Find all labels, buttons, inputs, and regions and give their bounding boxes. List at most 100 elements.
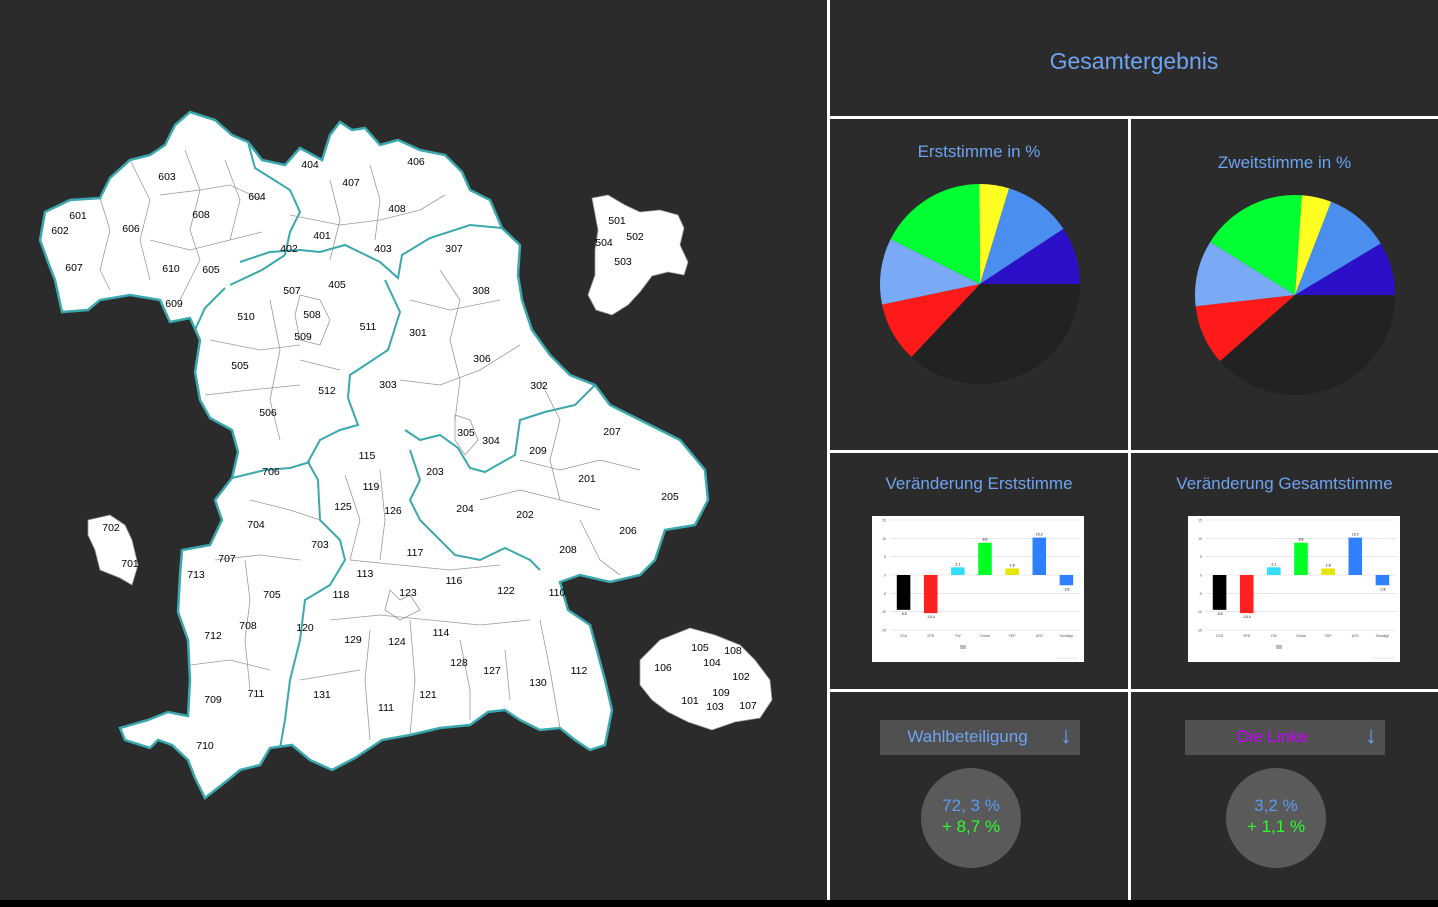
district-label-106[interactable]: 106 [654,662,672,674]
district-label-122[interactable]: 122 [497,585,515,597]
district-label-303[interactable]: 303 [379,379,397,391]
district-label-304[interactable]: 304 [482,435,500,447]
district-label-702[interactable]: 702 [102,522,120,534]
district-label-115[interactable]: 115 [359,450,376,462]
district-label-128[interactable]: 128 [450,657,468,669]
district-label-108[interactable]: 108 [724,645,742,657]
district-label-605[interactable]: 605 [202,264,220,276]
district-label-119[interactable]: 119 [363,481,380,493]
district-label-208[interactable]: 208 [559,544,577,556]
district-label-204[interactable]: 204 [456,503,474,515]
district-label-713[interactable]: 713 [187,569,205,581]
district-label-503[interactable]: 503 [614,256,632,268]
arrow-down-icon: ↓ [1060,722,1072,749]
partei-select[interactable]: Die Linke ↓ [1185,720,1385,755]
district-label-110[interactable]: 110 [549,587,566,599]
district-label-127[interactable]: 127 [483,665,501,677]
district-label-710[interactable]: 710 [196,740,214,752]
district-label-507[interactable]: 507 [283,285,301,297]
district-label-104[interactable]: 104 [703,657,721,669]
district-label-502[interactable]: 502 [626,231,644,243]
district-label-118[interactable]: 118 [333,589,350,601]
district-label-130[interactable]: 130 [529,677,547,689]
district-label-116[interactable]: 116 [446,575,463,587]
district-label-305[interactable]: 305 [457,427,475,439]
district-label-101[interactable]: 101 [681,695,699,707]
map-svg[interactable]: 601602 603 604 606 607 608 609 610 605 404 407 406 4… [0,0,827,900]
district-label-403[interactable]: 403 [374,243,392,255]
district-label-126[interactable]: 126 [384,505,402,517]
district-label-601[interactable]: 601 [69,210,87,222]
district-label-201[interactable]: 201 [578,473,596,485]
district-label-401[interactable]: 401 [313,230,331,242]
district-label-117[interactable]: 117 [407,547,424,559]
district-label-205[interactable]: 205 [661,491,679,503]
district-label-701[interactable]: 701 [121,558,139,570]
district-label-609[interactable]: 609 [165,298,183,310]
district-label-209[interactable]: 209 [529,445,547,457]
district-label-509[interactable]: 509 [294,331,312,343]
district-label-103[interactable]: 103 [706,701,724,713]
district-label-608[interactable]: 608 [192,209,210,221]
district-label-120[interactable]: 120 [296,622,314,634]
district-label-206[interactable]: 206 [619,525,637,537]
district-label-121[interactable]: 121 [419,689,437,701]
district-label-107[interactable]: 107 [739,700,757,712]
district-label-402[interactable]: 402 [280,243,298,255]
district-label-129[interactable]: 129 [344,634,362,646]
district-label-504[interactable]: 504 [595,237,613,249]
district-label-506[interactable]: 506 [259,407,277,419]
district-label-306[interactable]: 306 [473,353,491,365]
district-label-604[interactable]: 604 [248,191,266,203]
district-label-512[interactable]: 512 [318,385,336,397]
district-label-301[interactable]: 301 [409,327,427,339]
district-label-708[interactable]: 708 [239,620,257,632]
district-label-207[interactable]: 207 [603,426,621,438]
district-label-508[interactable]: 508 [303,309,321,321]
veraenderung-gesamtstimme-chart: 15 10 5 0 -5 -10 -15 -9.5 CSU -10.4 SPD 2.1 FW 8.8 Grü… [1188,516,1400,662]
district-label-709[interactable]: 709 [204,694,222,706]
district-label-505[interactable]: 505 [231,360,249,372]
district-label-703[interactable]: 703 [311,539,329,551]
district-label-112[interactable]: 112 [571,665,588,677]
district-label-602[interactable]: 602 [51,225,69,237]
veraenderung-gesamtstimme-ytick-4: -5 [1199,592,1202,596]
district-label-405[interactable]: 405 [328,279,346,291]
wahlbeteiligung-select[interactable]: Wahlbeteiligung ↓ [880,720,1080,755]
district-label-706[interactable]: 706 [262,466,280,478]
district-label-406[interactable]: 406 [407,156,425,168]
district-label-109[interactable]: 109 [712,687,730,699]
district-label-105[interactable]: 105 [691,642,709,654]
district-label-307[interactable]: 307 [445,243,463,255]
district-label-302[interactable]: 302 [530,380,548,392]
district-label-202[interactable]: 202 [516,509,534,521]
district-label-404[interactable]: 404 [301,159,319,171]
district-label-203[interactable]: 203 [426,466,444,478]
district-label-408[interactable]: 408 [388,203,406,215]
district-label-704[interactable]: 704 [247,519,265,531]
district-label-705[interactable]: 705 [263,589,281,601]
veraenderung-gesamtstimme-ytick-2: 5 [1200,555,1202,559]
district-label-125[interactable]: 125 [334,501,352,513]
constituency-map[interactable]: 601 602 603 604 606 607 608 609 610 605 404 407 406 4… [0,0,827,900]
district-label-707[interactable]: 707 [218,553,236,565]
district-label-511[interactable]: 511 [360,321,377,333]
district-label-111[interactable]: 111 [378,702,394,714]
district-label-510[interactable]: 510 [237,311,255,323]
district-label-131[interactable]: 131 [313,689,331,701]
district-label-114[interactable]: 114 [433,627,450,639]
district-label-501[interactable]: 501 [608,215,626,227]
district-label-124[interactable]: 124 [388,636,406,648]
district-label-712[interactable]: 712 [204,630,222,642]
district-label-607[interactable]: 607 [65,262,83,274]
district-label-308[interactable]: 308 [472,285,490,297]
wahlbeteiligung-value: 72, 3 % [942,796,1000,815]
district-label-606[interactable]: 606 [122,223,140,235]
district-label-123[interactable]: 123 [399,587,417,599]
district-label-603[interactable]: 603 [158,171,176,183]
district-label-407[interactable]: 407 [342,177,360,189]
district-label-102[interactable]: 102 [732,671,750,683]
district-label-711[interactable]: 711 [248,688,265,700]
district-label-610[interactable]: 610 [162,263,180,275]
district-label-113[interactable]: 113 [357,568,374,580]
